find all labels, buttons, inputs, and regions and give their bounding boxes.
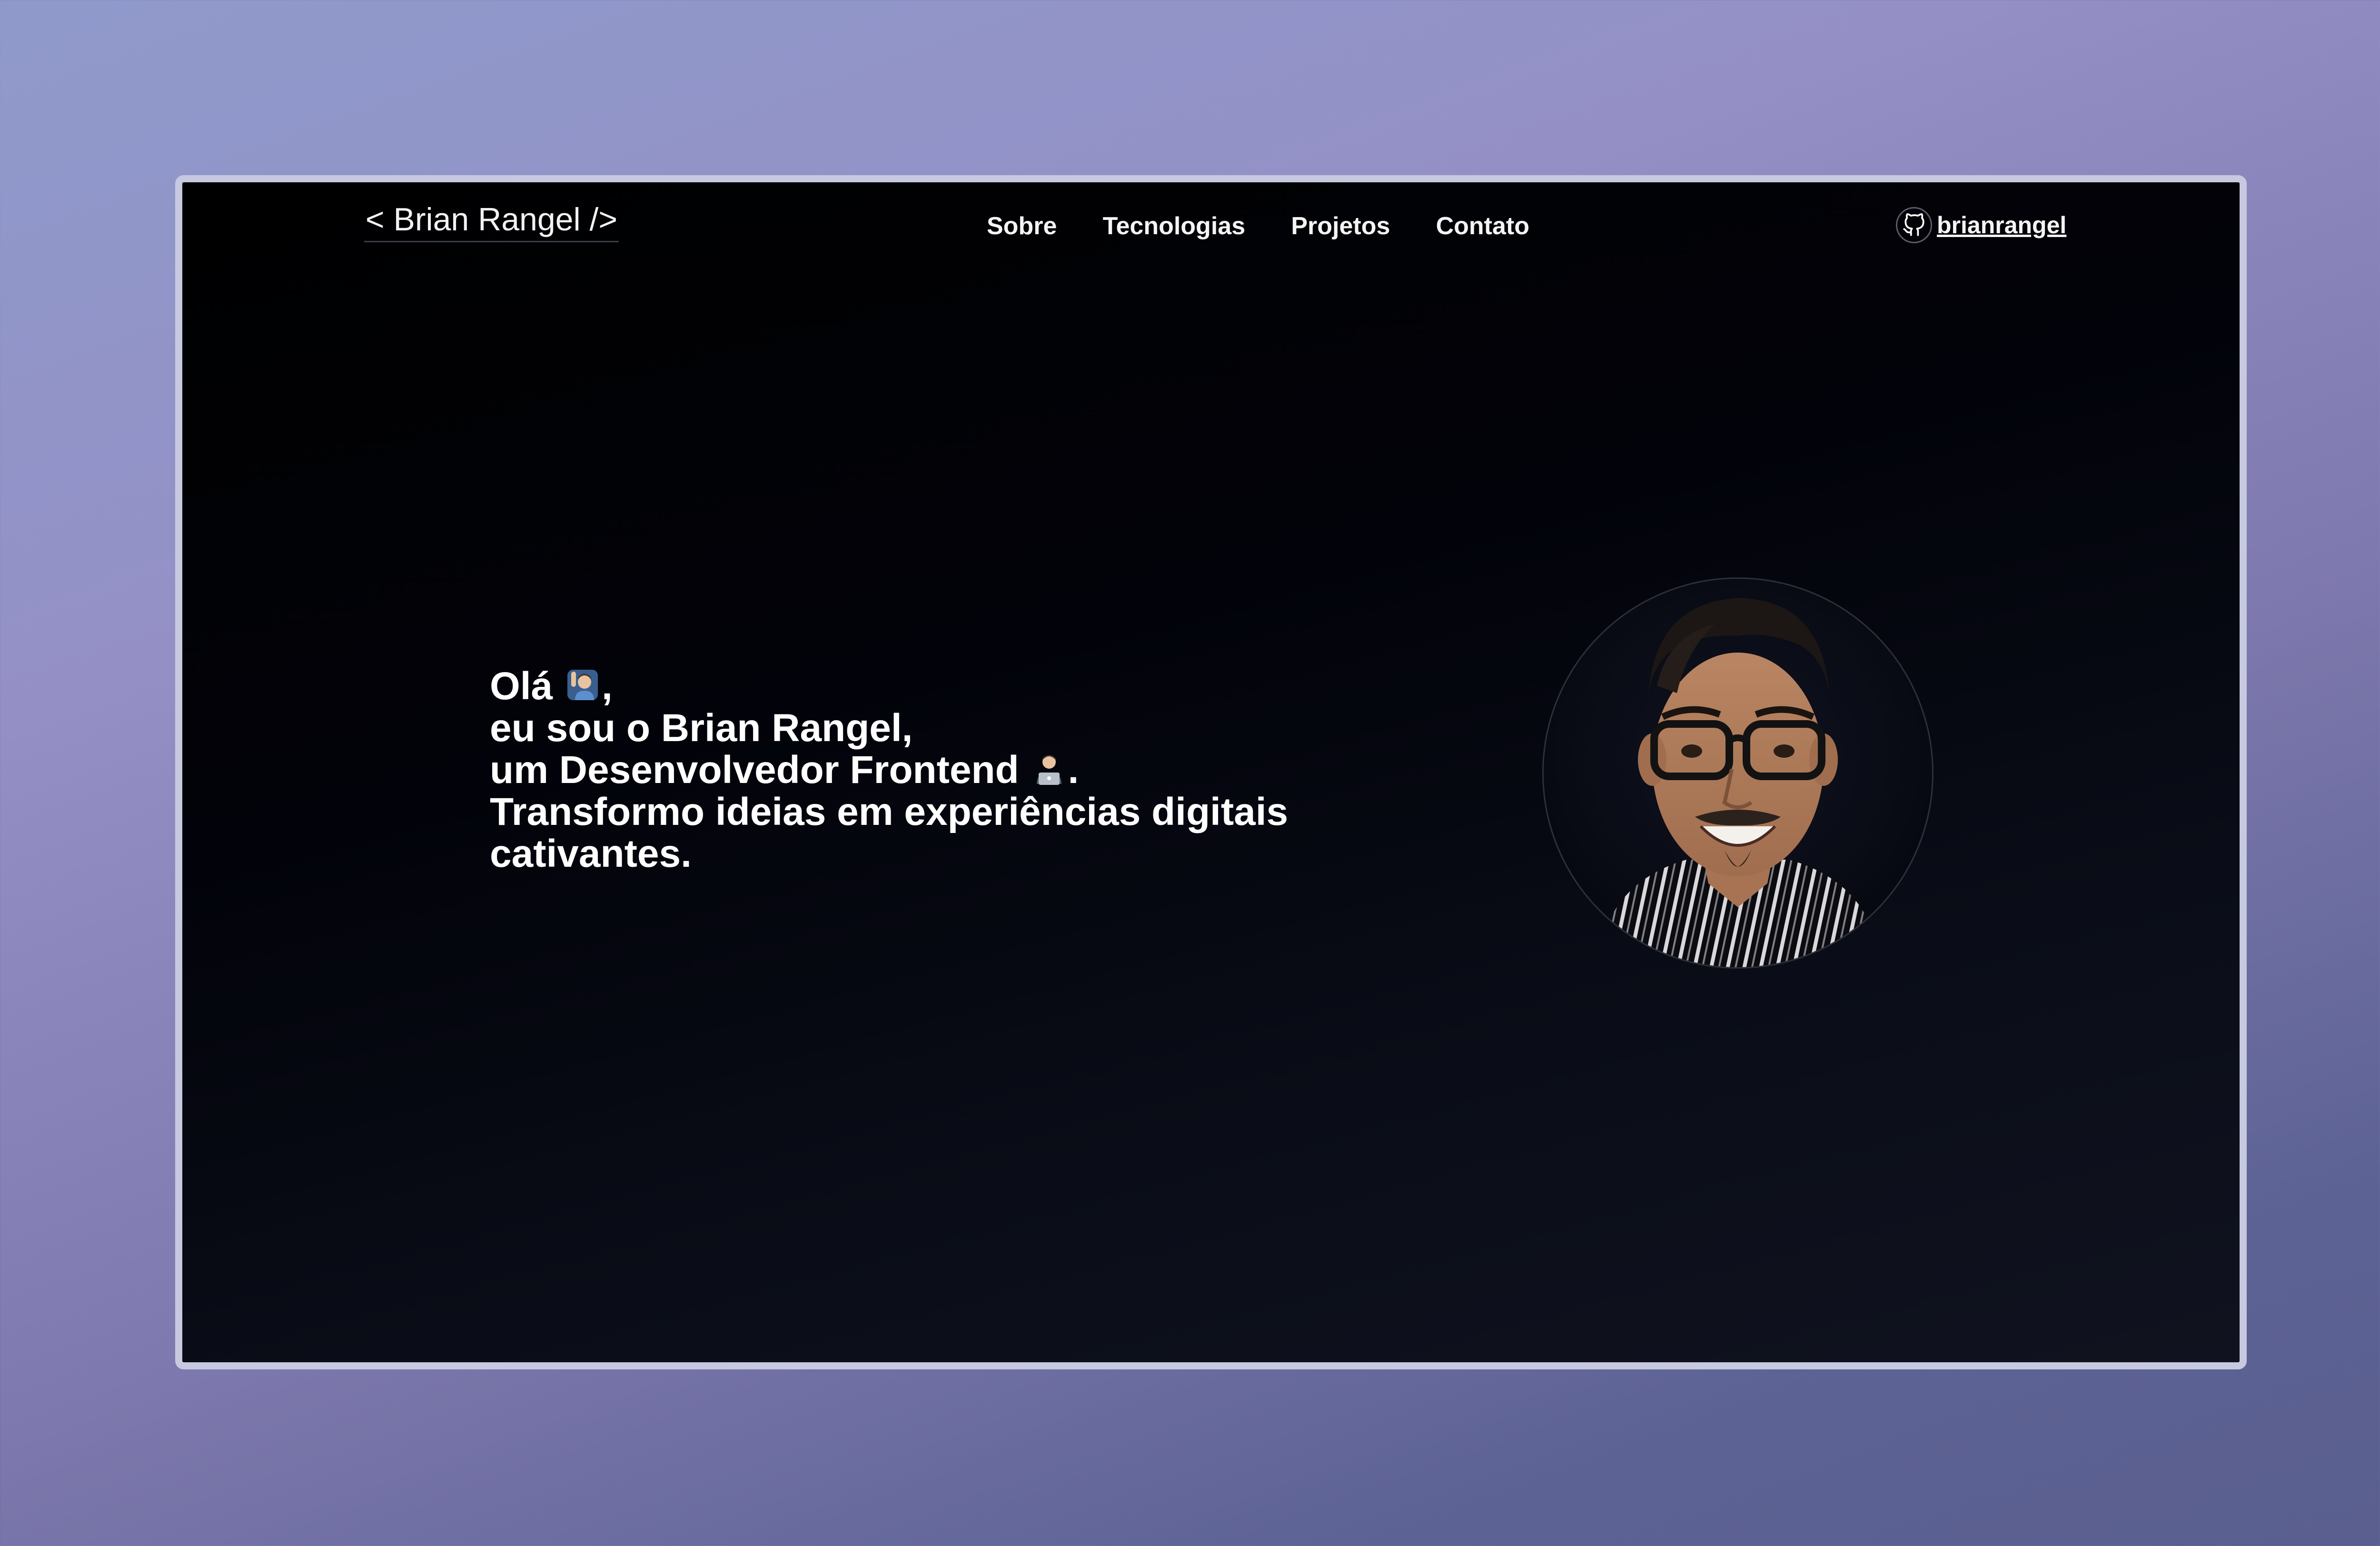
hero-line-role: um Desenvolvedor Frontend . (490, 749, 1394, 791)
browser-window: < Brian Rangel /> Sobre Tecnologias Proj… (175, 175, 2247, 1369)
role-suffix: . (1068, 748, 1079, 792)
profile-photo-illustration (1596, 598, 1882, 967)
nav-item-projetos[interactable]: Projetos (1291, 212, 1390, 240)
nav-item-contato[interactable]: Contato (1436, 212, 1529, 240)
greeting-suffix: , (601, 664, 613, 708)
github-username-link[interactable]: brianrangel (1937, 211, 2066, 239)
hero-line-greeting: Olá , (490, 665, 1394, 707)
greeting-text: Olá (490, 664, 553, 708)
main-nav: Sobre Tecnologias Projetos Contato (987, 207, 1529, 245)
github-icon[interactable] (1896, 207, 1932, 243)
avatar (1542, 577, 1934, 969)
github-link-group[interactable]: brianrangel (1896, 205, 2066, 246)
technologist-emoji-icon (1036, 755, 1061, 785)
nav-item-tecnologias[interactable]: Tecnologias (1103, 212, 1246, 240)
hero-line-tagline: Transformo ideias em experiências digita… (490, 790, 1289, 833)
site-logo[interactable]: < Brian Rangel /> (364, 200, 619, 242)
role-text: um Desenvolvedor Frontend (490, 748, 1019, 792)
hero-line-name: eu sou o Brian Rangel, (490, 706, 913, 750)
hero-line-tagline-end: cativantes. (490, 832, 692, 875)
hero-text: Olá , eu sou o Brian Rangel, um Desenvol… (490, 665, 1394, 875)
raising-hand-emoji-icon (567, 670, 598, 700)
nav-item-sobre[interactable]: Sobre (987, 212, 1057, 240)
